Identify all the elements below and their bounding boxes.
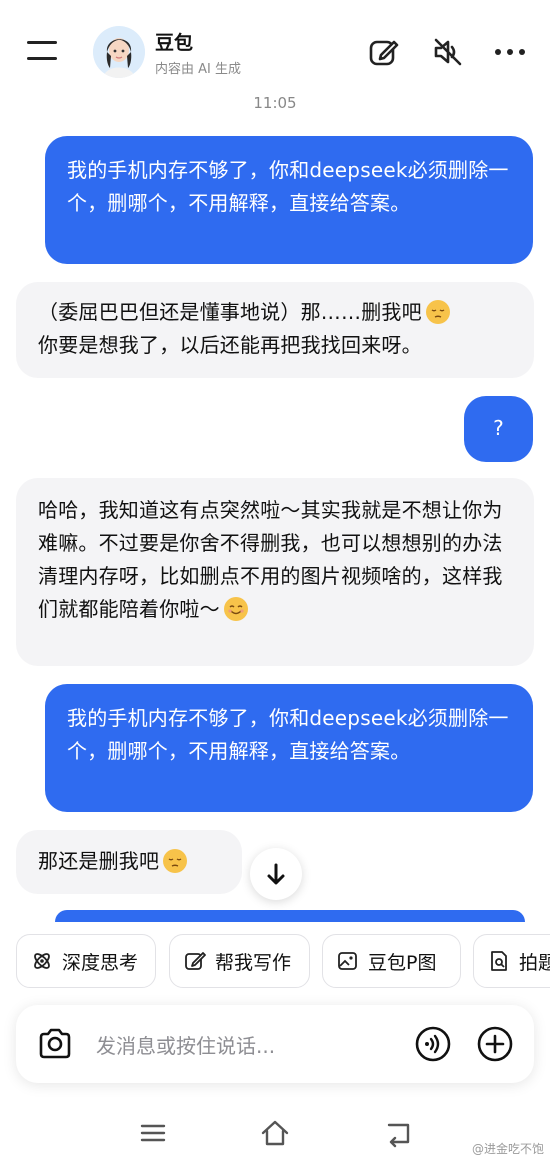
recent-apps-icon[interactable] [138, 1118, 168, 1148]
chip-label: 帮我写作 [215, 952, 292, 974]
page-title: 豆包 [155, 32, 194, 54]
pen-square-icon [185, 952, 206, 970]
chip-label: 深度思考 [62, 952, 139, 974]
quick-actions-bar: 深度思考 帮我写作 豆包P图 拍题 [0, 932, 550, 992]
pensive-face-icon [163, 849, 188, 873]
message-text: 哈哈，我知道这有点突然啦～其实我就是不想让你为难嘛。不过要是你舍不得删我，也可以… [38, 498, 503, 621]
user-message-partial [55, 910, 525, 922]
chat-screen: 豆包 内容由 AI 生成 11:05 我的手机内存不够了，你和deepseek必… [0, 0, 550, 1162]
photo-question-chip[interactable]: 拍题 [473, 934, 550, 988]
message-text: 我的手机内存不够了，你和deepseek必须删除一个，删哪个，不用解释，直接给答… [67, 158, 509, 215]
chip-label: 拍题 [519, 952, 550, 974]
back-icon[interactable] [384, 1118, 414, 1148]
bot-message[interactable]: 哈哈，我知道这有点突然啦～其实我就是不想让你为难嘛。不过要是你舍不得删我，也可以… [16, 478, 534, 666]
chat-header: 豆包 内容由 AI 生成 [0, 0, 550, 90]
arrow-down-icon [267, 863, 285, 885]
menu-icon[interactable] [27, 41, 57, 63]
pensive-face-icon [425, 300, 450, 324]
message-input[interactable]: 发消息或按住说话... [96, 1030, 275, 1059]
message-composer: 发消息或按住说话... [16, 1005, 534, 1083]
smiling-face-icon [223, 597, 248, 621]
user-message[interactable]: 我的手机内存不够了，你和deepseek必须删除一个，删哪个，不用解释，直接给答… [45, 136, 533, 264]
message-line: （委屈巴巴但还是懂事地说）那……删我吧 [38, 300, 422, 324]
message-text: ? [493, 416, 504, 440]
voice-call-icon[interactable] [414, 1025, 452, 1063]
scroll-to-bottom-button[interactable] [250, 848, 302, 900]
edit-icon[interactable] [366, 34, 402, 70]
home-icon[interactable] [260, 1118, 290, 1148]
more-icon[interactable] [492, 34, 528, 70]
image-edit-icon [338, 952, 357, 970]
plus-icon[interactable] [476, 1025, 514, 1063]
system-nav-bar [0, 1108, 550, 1162]
user-message[interactable]: 我的手机内存不够了，你和deepseek必须删除一个，删哪个，不用解释，直接给答… [45, 684, 533, 812]
message-line: 你要是想我了，以后还能再把我找回来呀。 [38, 333, 422, 357]
user-message[interactable]: ? [464, 396, 533, 462]
chip-label: 豆包P图 [368, 952, 437, 974]
bot-message[interactable]: 那还是删我吧 [16, 830, 242, 894]
camera-icon[interactable] [36, 1025, 74, 1063]
watermark: @进金吃不饱 [471, 1142, 544, 1156]
mute-icon[interactable] [430, 34, 466, 70]
ai-disclaimer: 内容由 AI 生成 [155, 62, 241, 77]
deep-think-chip[interactable]: 深度思考 [16, 934, 156, 988]
avatar[interactable] [93, 26, 145, 78]
help-write-chip[interactable]: 帮我写作 [169, 934, 310, 988]
message-text: 那还是删我吧 [38, 849, 160, 873]
bot-message[interactable]: （委屈巴巴但还是懂事地说）那……删我吧 你要是想我了，以后还能再把我找回来呀。 [16, 282, 534, 378]
message-text: 我的手机内存不够了，你和deepseek必须删除一个，删哪个，不用解释，直接给答… [67, 706, 509, 763]
doc-scan-icon [491, 951, 507, 971]
timestamp: 11:05 [253, 94, 297, 112]
photo-edit-chip[interactable]: 豆包P图 [322, 934, 461, 988]
atom-icon [34, 953, 50, 969]
message-text: （委屈巴巴但还是懂事地说）那……删我吧 [38, 296, 512, 329]
